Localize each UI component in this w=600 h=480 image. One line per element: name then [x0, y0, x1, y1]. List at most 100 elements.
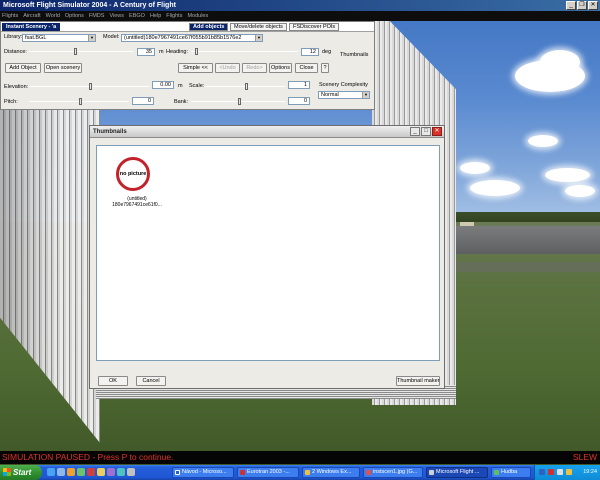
antivirus-icon[interactable]: [548, 469, 554, 475]
app-icon[interactable]: [127, 468, 135, 476]
distance-input[interactable]: 35: [137, 48, 155, 56]
app-icon[interactable]: [87, 468, 95, 476]
maximize-icon[interactable]: □: [421, 127, 431, 136]
thumbnails-title: Thumbnails: [93, 129, 127, 135]
minimize-icon[interactable]: _: [566, 1, 576, 10]
tab-add-objects[interactable]: Add objects: [189, 23, 229, 31]
menu-bar: Flights Aircraft World Options FMDS View…: [0, 11, 600, 21]
volume-icon[interactable]: [557, 469, 563, 475]
cloud: [528, 135, 558, 147]
menu-options[interactable]: Options: [65, 11, 84, 21]
redo-button[interactable]: Redo>: [242, 63, 267, 73]
model-label: Model:: [103, 34, 120, 40]
task-hudba[interactable]: Hudba: [491, 467, 531, 478]
cancel-button[interactable]: Cancel: [136, 376, 166, 386]
menu-ebgo[interactable]: EBGO: [129, 11, 145, 21]
task-instscen[interactable]: instscen1.jpg (G...: [363, 467, 423, 478]
cloud: [545, 168, 590, 182]
cloud: [470, 180, 520, 196]
menu-world[interactable]: World: [46, 11, 60, 21]
panel-header: Instant Scenery - 'a Add objects Move/de…: [1, 22, 374, 32]
thumbnail-id: 180e7967491ce61f0...: [112, 202, 162, 208]
instant-scenery-panel: Instant Scenery - 'a Add objects Move/de…: [0, 21, 375, 110]
undo-button[interactable]: <Undo: [215, 63, 240, 73]
menu-flights[interactable]: Flights: [2, 11, 18, 21]
close-icon[interactable]: ✕: [432, 127, 442, 136]
app-icon[interactable]: [107, 468, 115, 476]
chevron-down-icon: ▼: [255, 35, 262, 41]
clock: 19:24: [583, 469, 597, 475]
network-icon[interactable]: [539, 469, 545, 475]
menu-aircraft[interactable]: Aircraft: [23, 11, 40, 21]
start-label: Start: [13, 468, 32, 477]
simple-mode-button[interactable]: Simple <<: [178, 63, 213, 73]
scale-slider[interactable]: [205, 83, 285, 90]
distance-slider[interactable]: [29, 48, 133, 55]
task-label: 2 Windows Ex...: [312, 469, 352, 475]
scale-input[interactable]: 1: [288, 81, 310, 89]
tab-move-delete-objects[interactable]: Move/delete objects: [230, 23, 287, 31]
menu-help[interactable]: Help: [150, 11, 161, 21]
task-label: Hudba: [501, 469, 518, 475]
menu-views[interactable]: Views: [109, 11, 124, 21]
add-object-button[interactable]: Add Object: [5, 63, 41, 73]
minimize-icon[interactable]: _: [410, 127, 420, 136]
task-eurotran[interactable]: Eurotran 2003 -...: [237, 467, 299, 478]
media-icon[interactable]: [67, 468, 75, 476]
close-icon[interactable]: ✕: [588, 1, 598, 10]
pause-message: SIMULATION PAUSED - Press P to continue.: [2, 452, 174, 462]
task-label: instscen1.jpg (G...: [373, 469, 418, 475]
heading-slider[interactable]: [191, 48, 298, 55]
pitch-input[interactable]: 0: [132, 97, 154, 105]
sim-status-bar: SIMULATION PAUSED - Press P to continue.…: [0, 451, 600, 464]
elevation-input[interactable]: 0.00: [152, 81, 174, 89]
slew-indicator: SLEW: [572, 452, 597, 462]
taskbar: Start Návod - Microso... Eurotran 2003 -…: [0, 465, 600, 480]
library-select[interactable]: fsat.BGL ▼: [22, 34, 96, 42]
distance-label: Distance:: [4, 49, 27, 55]
options-button[interactable]: Options: [269, 63, 292, 73]
open-scenery-button[interactable]: Open scenery: [44, 63, 82, 73]
chevron-down-icon: ▼: [362, 92, 369, 98]
app-icon[interactable]: [117, 468, 125, 476]
complexity-select[interactable]: Normal ▼: [318, 91, 370, 99]
menu-modules[interactable]: Modules: [187, 11, 208, 21]
ie-icon[interactable]: [47, 468, 55, 476]
task-navod[interactable]: Návod - Microso...: [172, 467, 234, 478]
slider-thumb[interactable]: [79, 98, 82, 105]
pitch-slider[interactable]: [29, 98, 129, 105]
menu-flights-2[interactable]: Flights: [166, 11, 182, 21]
ok-button[interactable]: OK: [98, 376, 128, 386]
music-icon: [494, 470, 499, 475]
help-button[interactable]: ?: [321, 63, 329, 73]
no-picture-icon: no picture: [116, 157, 150, 191]
thumbnail-grid: no picture (untitled) 180e7967491ce61f0.…: [96, 145, 440, 361]
slider-thumb[interactable]: [195, 48, 198, 55]
start-button[interactable]: Start: [0, 465, 42, 480]
close-button[interactable]: Close: [295, 63, 318, 73]
slider-track: [29, 51, 133, 52]
desktop-icon[interactable]: [57, 468, 65, 476]
cloud: [565, 185, 595, 197]
slider-thumb[interactable]: [89, 83, 92, 90]
app-icon[interactable]: [77, 468, 85, 476]
task-flight-simulator[interactable]: Microsoft Flight ...: [426, 467, 488, 478]
task-label: Návod - Microso...: [182, 469, 227, 475]
bank-input[interactable]: 0: [288, 97, 310, 105]
menu-fmds[interactable]: FMDS: [89, 11, 105, 21]
model-select[interactable]: (untitled)180e7967491ce67f055b91b85b1576…: [121, 34, 263, 42]
app-icon[interactable]: [97, 468, 105, 476]
language-icon[interactable]: [566, 469, 572, 475]
task-label: Eurotran 2003 -...: [247, 469, 290, 475]
slider-thumb[interactable]: [74, 48, 77, 55]
bank-slider[interactable]: [191, 98, 285, 105]
thumbnail-maker-button[interactable]: Thumbnail maker: [396, 376, 440, 386]
slider-thumb[interactable]: [245, 83, 248, 90]
bank-label: Bank:: [174, 99, 189, 105]
elevation-slider[interactable]: [29, 83, 149, 90]
task-windows-explorer[interactable]: 2 Windows Ex...: [302, 467, 360, 478]
restore-icon[interactable]: ❐: [577, 1, 587, 10]
tab-fsdiscover-pois[interactable]: FSDiscover POIs: [289, 23, 340, 31]
heading-input[interactable]: 12: [301, 48, 319, 56]
slider-thumb[interactable]: [238, 98, 241, 105]
